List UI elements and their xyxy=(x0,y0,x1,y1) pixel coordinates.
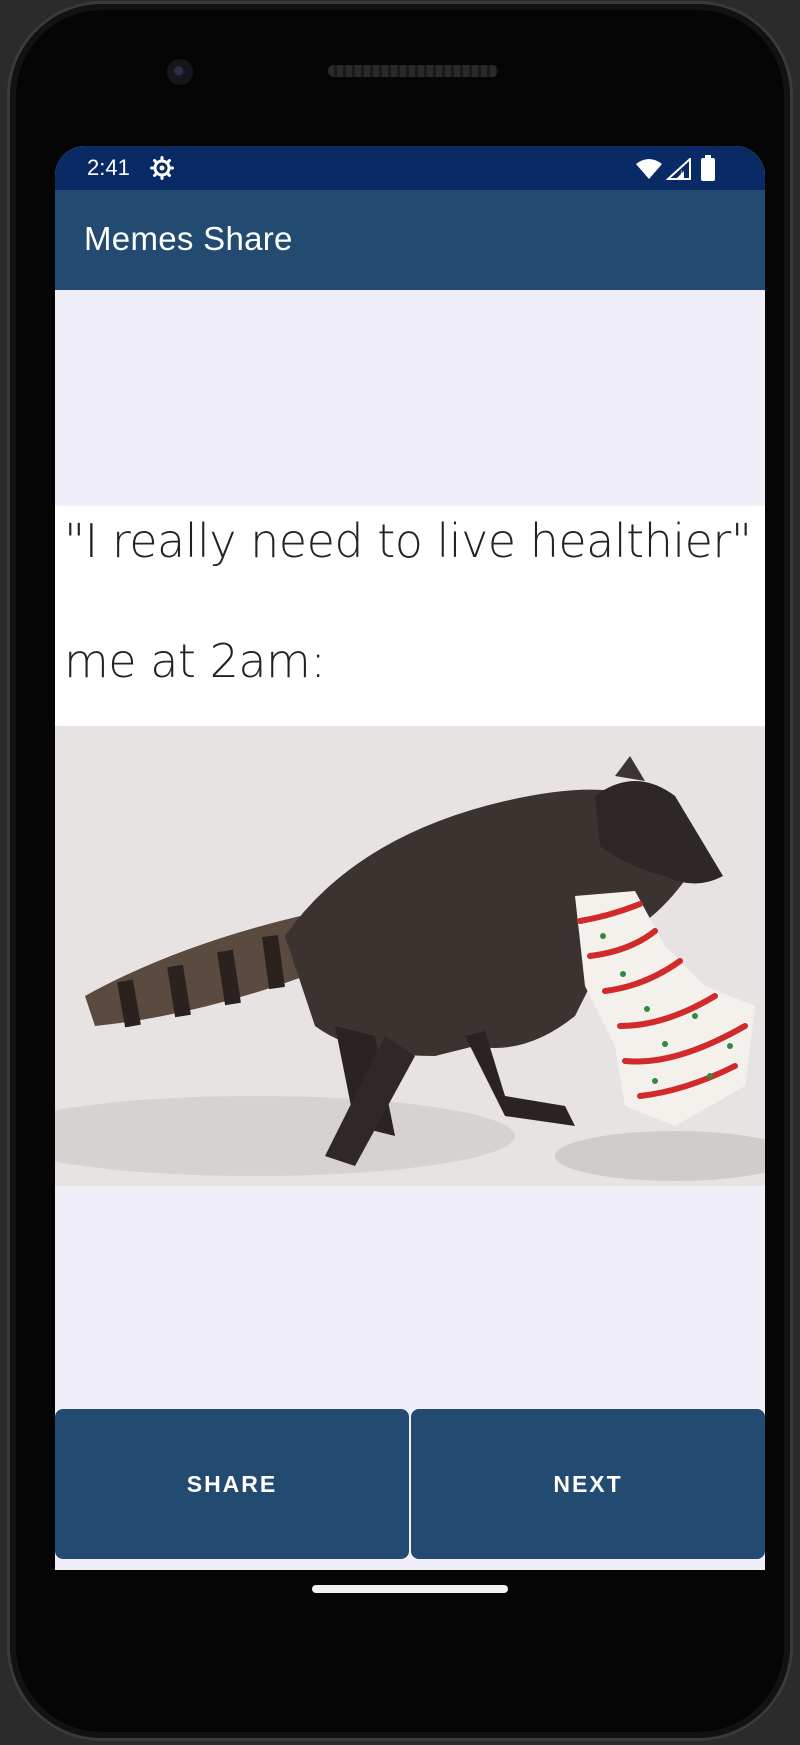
app-bar: Memes Share xyxy=(55,190,765,290)
meme-caption-line-2: me at 2am: xyxy=(64,634,326,688)
svg-text:i: i xyxy=(680,170,683,180)
meme-caption-line-1: "I really need to live healthier" xyxy=(64,514,752,568)
action-button-row: SHARE NEXT xyxy=(55,1409,765,1559)
meme-image: "I really need to live healthier" me at … xyxy=(55,506,765,1186)
signal-icon: i xyxy=(666,158,691,180)
gear-icon xyxy=(150,156,174,180)
next-button[interactable]: NEXT xyxy=(411,1409,765,1559)
app-title: Memes Share xyxy=(84,220,293,257)
bottom-gap xyxy=(55,1559,765,1570)
status-time: 2:41 xyxy=(87,155,130,180)
wifi-icon xyxy=(636,159,662,179)
app-screen: 2:41 i Memes Share "I really need to liv… xyxy=(55,146,765,1570)
phone-frame: 2:41 i Memes Share "I really need to liv… xyxy=(10,4,790,1738)
battery-icon xyxy=(701,155,715,181)
share-button[interactable]: SHARE xyxy=(55,1409,409,1559)
status-bar: 2:41 i xyxy=(55,146,765,190)
home-indicator[interactable] xyxy=(312,1585,508,1593)
earpiece-speaker xyxy=(328,65,498,77)
front-camera xyxy=(167,59,193,85)
raccoon-photo xyxy=(55,726,765,1186)
